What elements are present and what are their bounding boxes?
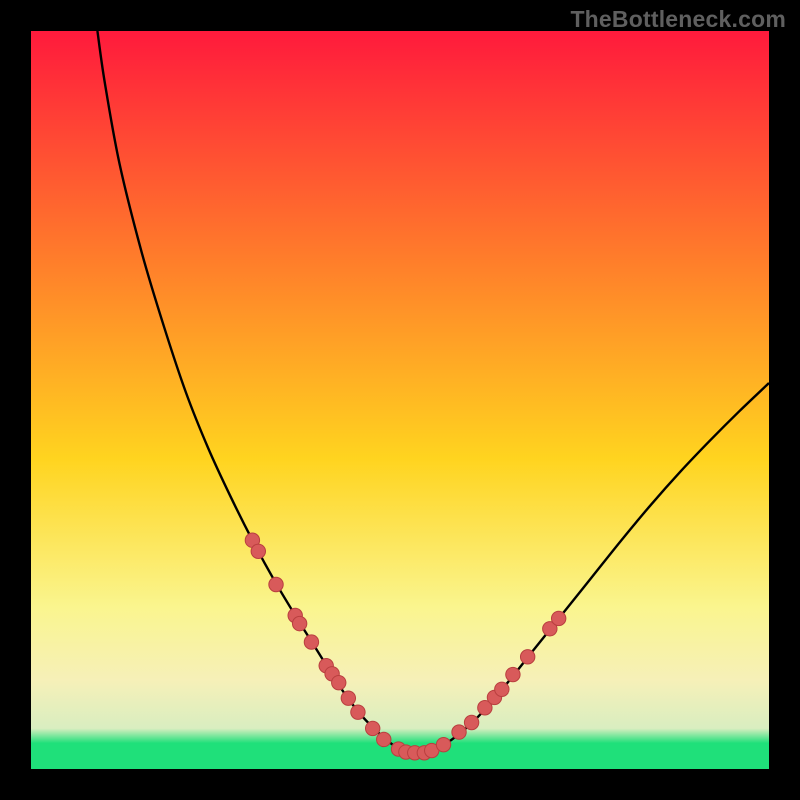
data-dot	[464, 715, 478, 729]
chart-svg	[31, 31, 769, 769]
watermark-text: TheBottleneck.com	[570, 6, 786, 33]
data-dot	[452, 725, 466, 739]
data-dot	[377, 732, 391, 746]
data-dot	[551, 611, 565, 625]
data-dot	[520, 650, 534, 664]
data-dot	[251, 544, 265, 558]
gradient-bg	[31, 31, 769, 769]
data-dot	[436, 737, 450, 751]
data-dot	[332, 675, 346, 689]
chart-frame: TheBottleneck.com	[0, 0, 800, 800]
data-dot	[269, 577, 283, 591]
data-dot	[351, 705, 365, 719]
data-dot	[495, 682, 509, 696]
data-dot	[506, 667, 520, 681]
data-dot	[341, 691, 355, 705]
chart-stage	[31, 31, 769, 769]
data-dot	[304, 635, 318, 649]
data-dot	[365, 721, 379, 735]
data-dot	[292, 616, 306, 630]
